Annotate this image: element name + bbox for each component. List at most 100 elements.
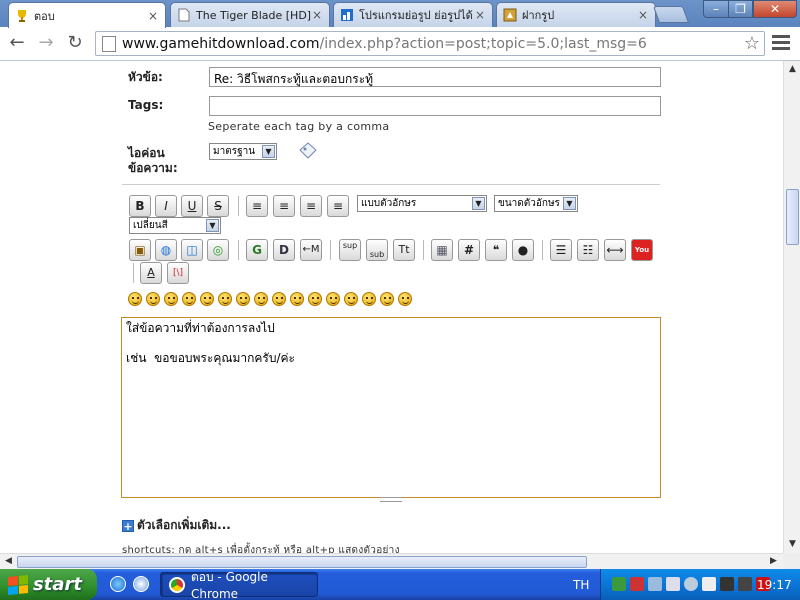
embarrassed-icon[interactable] bbox=[326, 292, 340, 306]
angry-icon[interactable] bbox=[200, 292, 214, 306]
teletype-button[interactable]: Tt bbox=[393, 239, 415, 261]
menu-icon[interactable] bbox=[772, 35, 790, 53]
align-center-button[interactable]: ≡ bbox=[300, 195, 322, 217]
tags-label: Tags: bbox=[128, 98, 164, 112]
toggle-view-button[interactable]: A bbox=[140, 262, 162, 284]
undecided-icon[interactable] bbox=[362, 292, 376, 306]
remove-format-button[interactable]: [\] bbox=[167, 262, 189, 284]
quote-button[interactable]: ❝ bbox=[485, 239, 507, 261]
table-button[interactable]: ▦ bbox=[431, 239, 453, 261]
font-face-select[interactable]: แบบตัวอักษร ▼ bbox=[357, 195, 487, 212]
insert-link-button[interactable]: ◍ bbox=[155, 239, 177, 261]
tongue-icon[interactable] bbox=[308, 292, 322, 306]
close-tab-icon[interactable]: × bbox=[637, 8, 649, 22]
tab-label: โปรแกรมย่อรูป ย่อรูปได้ bbox=[359, 9, 473, 22]
superscript-button[interactable]: sup bbox=[339, 239, 361, 261]
lips-sealed-icon[interactable] bbox=[344, 292, 358, 306]
network-icon[interactable] bbox=[612, 577, 626, 591]
kiss-icon[interactable] bbox=[380, 292, 394, 306]
app-tray-icon-2[interactable] bbox=[738, 577, 752, 591]
scroll-up-icon[interactable]: ▲ bbox=[785, 62, 800, 77]
editor-resize-grip[interactable] bbox=[380, 497, 402, 502]
font-color-select[interactable]: เปลี่ยนสี ▼ bbox=[129, 217, 221, 234]
horizontal-scroll-thumb[interactable] bbox=[17, 556, 587, 568]
internet-explorer-icon[interactable] bbox=[110, 576, 126, 592]
huh-icon[interactable] bbox=[272, 292, 286, 306]
ordered-list-button[interactable]: ☷ bbox=[577, 239, 599, 261]
tab-image-host[interactable]: ฝากรูป × bbox=[496, 2, 656, 27]
marquee-button[interactable]: ←M bbox=[300, 239, 322, 261]
toolbar-separator bbox=[238, 196, 239, 216]
vertical-scrollbar[interactable]: ▲ ▼ bbox=[783, 61, 800, 553]
scroll-left-icon[interactable]: ◀ bbox=[1, 554, 16, 569]
scroll-down-icon[interactable]: ▼ bbox=[785, 537, 800, 552]
close-tab-icon[interactable]: × bbox=[147, 9, 159, 23]
unordered-list-button[interactable]: ☰ bbox=[550, 239, 572, 261]
cheesy-icon[interactable] bbox=[164, 292, 178, 306]
new-tab-button[interactable] bbox=[652, 6, 690, 23]
smiley-icon[interactable] bbox=[128, 292, 142, 306]
subject-input[interactable]: Re: วิธีโพสกระทู้และตอบกระทู้ bbox=[209, 67, 661, 87]
underline-button[interactable]: U bbox=[181, 195, 203, 217]
message-icon-label-line2: ข้อความ: bbox=[128, 161, 178, 175]
tags-input[interactable] bbox=[209, 96, 661, 116]
minimize-button[interactable]: – bbox=[703, 0, 729, 18]
start-label: start bbox=[33, 574, 82, 595]
security-icon[interactable] bbox=[630, 577, 644, 591]
italic-button[interactable]: I bbox=[155, 195, 177, 217]
start-button[interactable]: start bbox=[0, 569, 97, 600]
app-tray-icon[interactable] bbox=[720, 577, 734, 591]
insert-ftp-button[interactable]: ◎ bbox=[207, 239, 229, 261]
horizontal-rule-button[interactable]: ⟷ bbox=[604, 239, 626, 261]
display-icon[interactable] bbox=[648, 577, 662, 591]
connection-icon[interactable] bbox=[666, 577, 680, 591]
font-size-select[interactable]: ขนาดตัวอักษร ▼ bbox=[494, 195, 578, 212]
align-justify-button[interactable]: ≡ bbox=[273, 195, 295, 217]
bold-button[interactable]: B bbox=[129, 195, 151, 217]
media-player-icon[interactable] bbox=[133, 576, 149, 592]
tab-tiger-blade[interactable]: The Tiger Blade [HD] ( × bbox=[170, 2, 330, 27]
align-right-button[interactable]: ≡ bbox=[327, 195, 349, 217]
update-icon[interactable] bbox=[684, 577, 698, 591]
close-tab-icon[interactable]: × bbox=[311, 8, 323, 22]
tab-strip: ตอบ × The Tiger Blade [HD] ( × โปรแกรมย่… bbox=[0, 0, 800, 28]
youtube-button[interactable]: You bbox=[631, 239, 653, 261]
insert-flash-button[interactable]: ◫ bbox=[181, 239, 203, 261]
more-options-link[interactable]: + ตัวเลือกเพิ่มเติม... bbox=[122, 516, 231, 535]
cry-icon[interactable] bbox=[398, 292, 412, 306]
message-editor[interactable]: ใส่ข้อความที่ท่าต้องการลงไป เช่น ขอขอบพร… bbox=[121, 317, 661, 498]
address-bar[interactable]: www.gamehitdownload.com /index.php?actio… bbox=[95, 31, 765, 56]
insert-image-button[interactable]: ▣ bbox=[129, 239, 151, 261]
volume-icon[interactable] bbox=[702, 577, 716, 591]
bookmark-star-icon[interactable]: ☆ bbox=[744, 33, 760, 54]
shocked-icon[interactable] bbox=[236, 292, 250, 306]
grin-icon[interactable] bbox=[182, 292, 196, 306]
screen: ตอบ × The Tiger Blade [HD] ( × โปรแกรมย่… bbox=[0, 0, 800, 600]
message-icon-select[interactable]: มาตรฐาน ▼ bbox=[209, 143, 277, 160]
chevron-down-icon: ▼ bbox=[262, 145, 275, 158]
align-left-button[interactable]: ≡ bbox=[246, 195, 268, 217]
vertical-scroll-thumb[interactable] bbox=[786, 189, 799, 245]
cool-icon[interactable] bbox=[254, 292, 268, 306]
subscript-button[interactable]: sub bbox=[366, 239, 388, 261]
roll-eyes-icon[interactable] bbox=[290, 292, 304, 306]
insert-email-button[interactable]: ● bbox=[512, 239, 534, 261]
taskbar-chrome-window[interactable]: ตอบ - Google Chrome bbox=[160, 570, 318, 600]
back-button[interactable]: ← bbox=[5, 32, 29, 56]
horizontal-scrollbar[interactable]: ◀ ▶ bbox=[0, 553, 783, 569]
language-indicator[interactable]: TH bbox=[573, 578, 589, 592]
forward-button[interactable]: → bbox=[34, 32, 58, 56]
code-button[interactable]: # bbox=[458, 239, 480, 261]
close-window-button[interactable]: ✕ bbox=[753, 0, 797, 18]
maximize-button[interactable]: ❐ bbox=[728, 0, 753, 18]
sad-icon[interactable] bbox=[218, 292, 232, 306]
shadow-button[interactable]: D bbox=[273, 239, 295, 261]
reload-button[interactable]: ↻ bbox=[63, 32, 87, 56]
glow-button[interactable]: G bbox=[246, 239, 268, 261]
strikethrough-button[interactable]: S bbox=[207, 195, 229, 217]
tab-reply[interactable]: ตอบ × bbox=[8, 2, 166, 28]
tab-resize-program[interactable]: โปรแกรมย่อรูป ย่อรูปได้ × bbox=[333, 2, 493, 27]
scroll-right-icon[interactable]: ▶ bbox=[766, 554, 781, 569]
wink-icon[interactable] bbox=[146, 292, 160, 306]
close-tab-icon[interactable]: × bbox=[474, 8, 486, 22]
